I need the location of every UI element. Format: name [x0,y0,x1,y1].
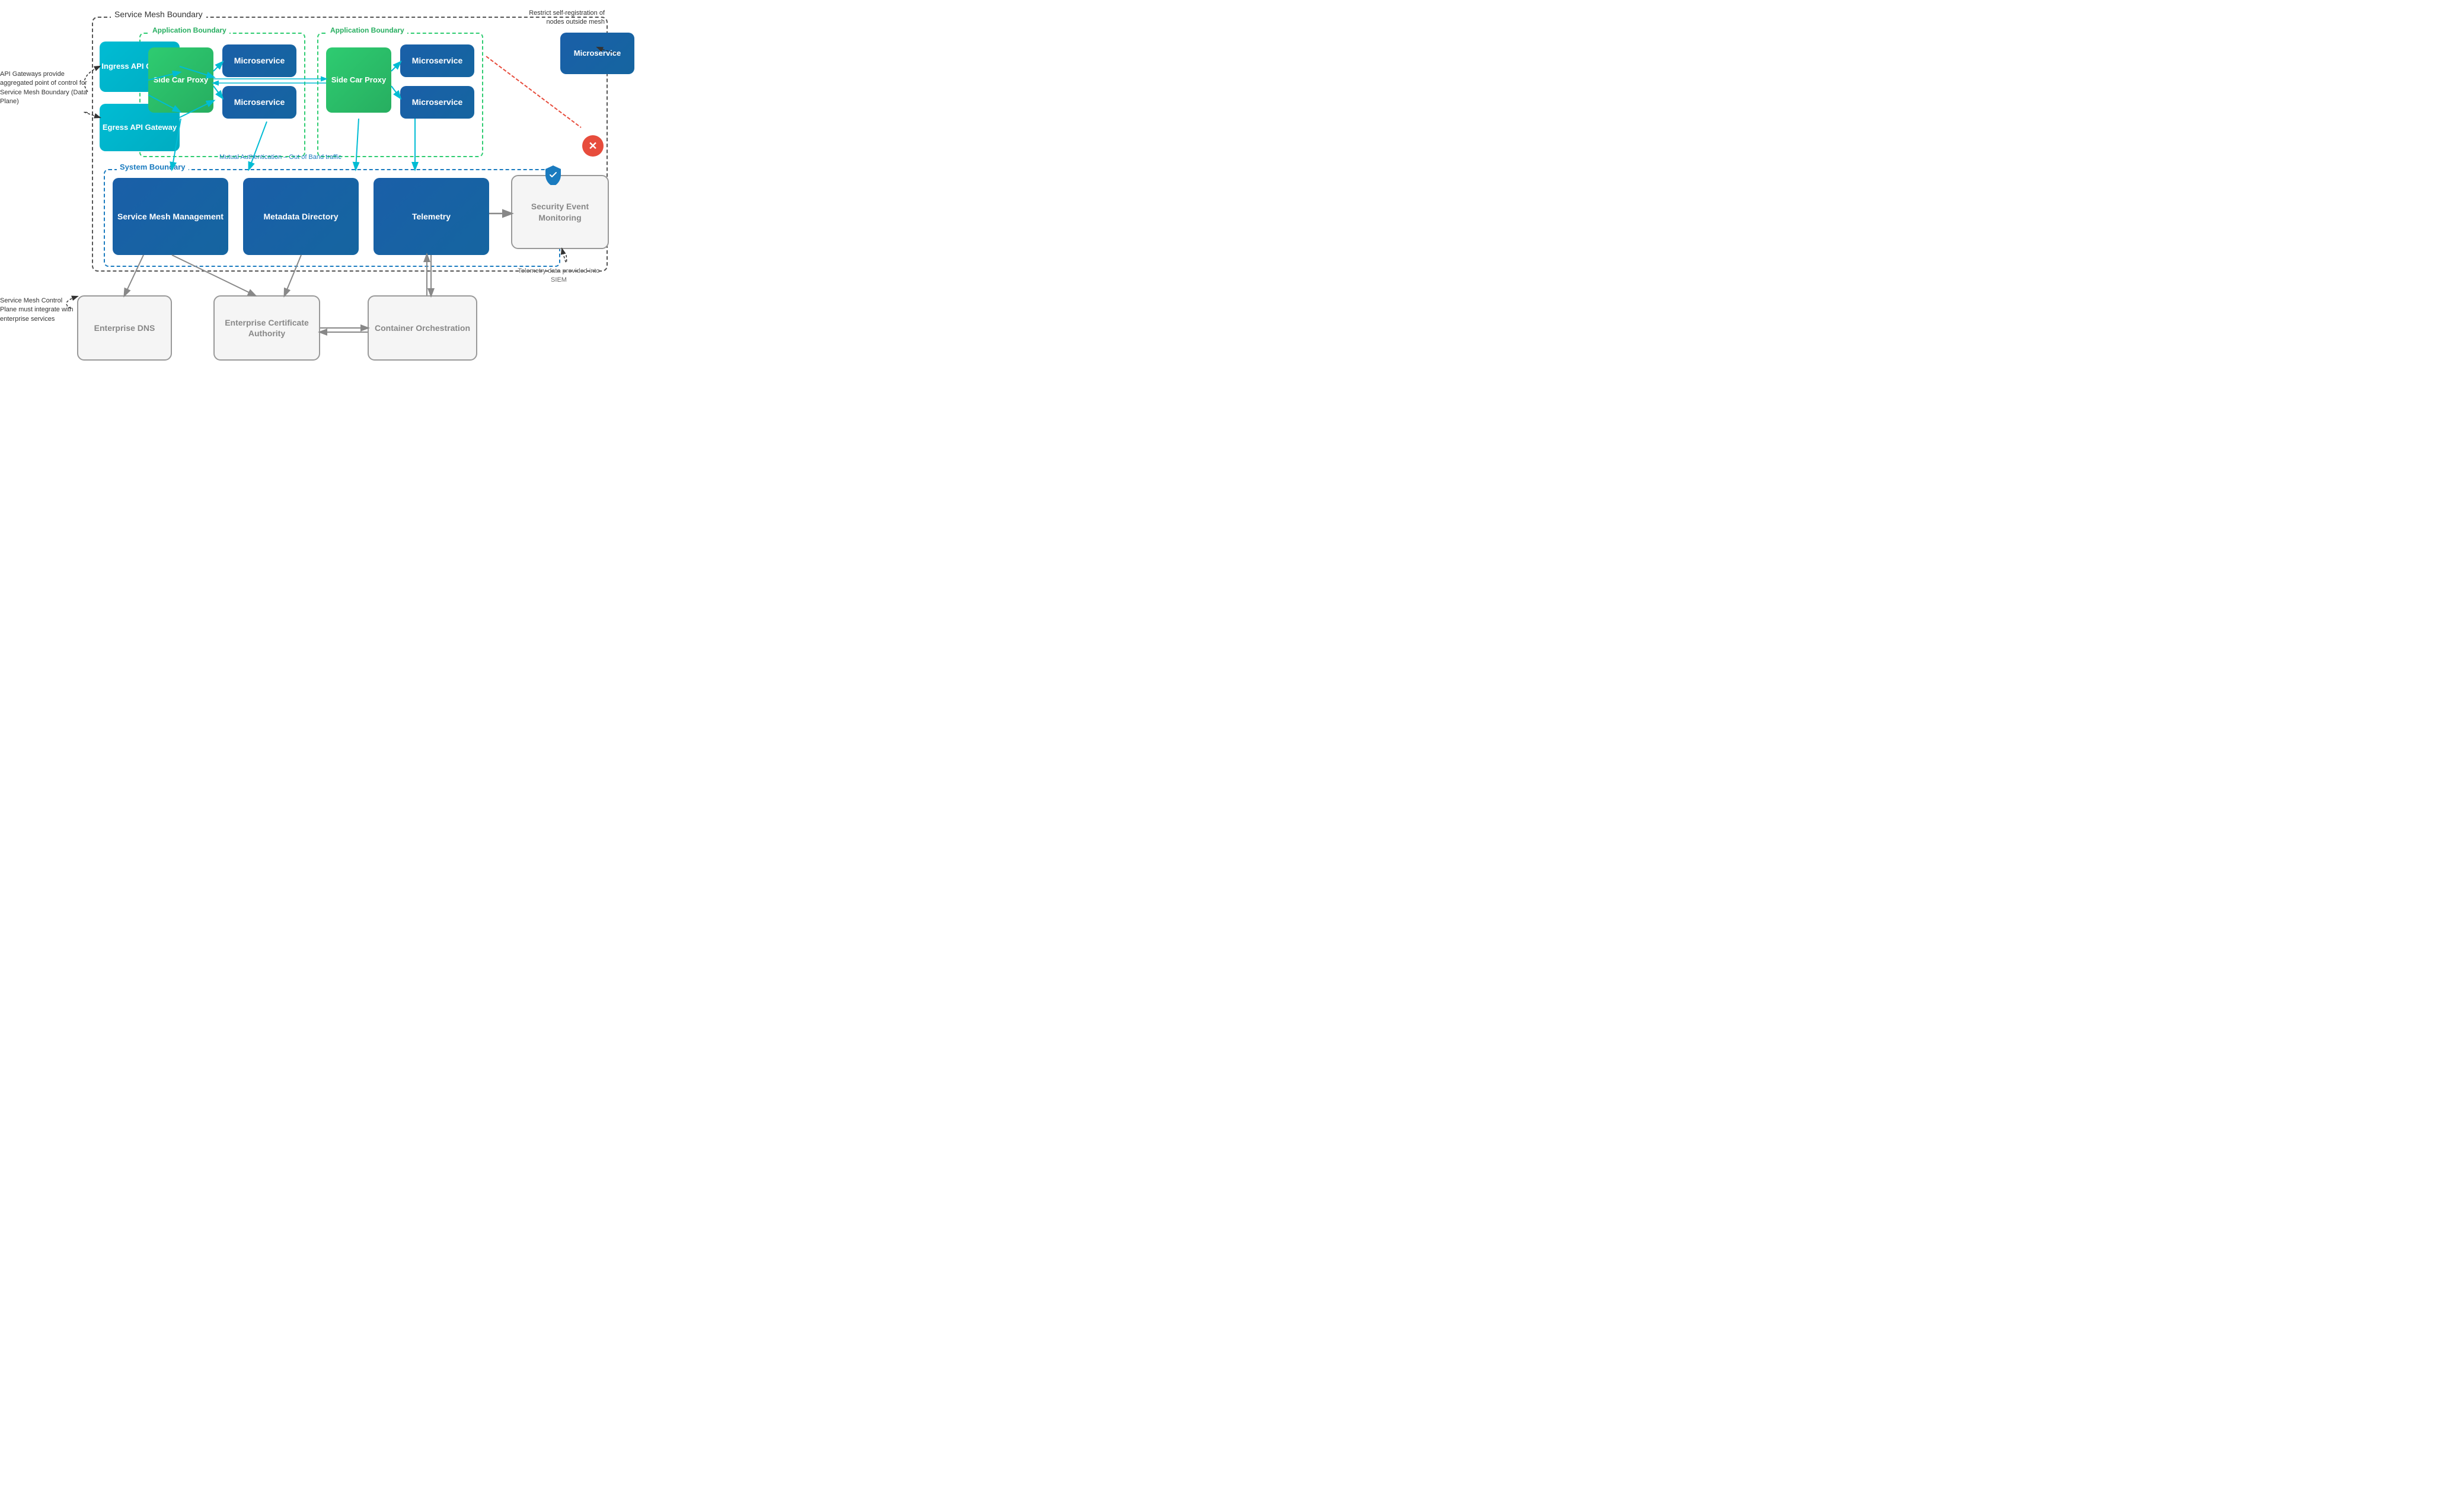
restrict-note: Restrict self-registration of nodes outs… [510,9,605,27]
microservice-outside: Microservice [560,33,634,74]
sidecar-proxy-1: Side Car Proxy [148,47,213,113]
microservice-2: Microservice [222,86,296,119]
service-mesh-boundary-label: Service Mesh Boundary [111,9,206,19]
container-orchestration: Container Orchestration [368,295,477,361]
sidecar-proxy-2: Side Car Proxy [326,47,391,113]
control-plane-note: Service Mesh Control Plane must integrat… [0,297,80,324]
api-gateway-note: API Gateways provide aggregated point of… [0,70,89,107]
metadata-directory: Metadata Directory [243,178,359,255]
system-boundary-label: System Boundary [117,162,189,171]
app-boundary-1-label: Application Boundary [149,26,229,34]
microservice-3: Microservice [400,44,474,77]
x-circle-icon: ✕ [582,135,604,157]
microservice-1: Microservice [222,44,296,77]
shield-icon [544,165,562,185]
diagram: Service Mesh Boundary System Boundary Ap… [0,0,617,375]
security-event-monitoring: Security Event Monitoring [511,175,609,249]
microservice-4: Microservice [400,86,474,119]
enterprise-dns: Enterprise DNS [77,295,172,361]
telemetry-siem-note: Telemetry data provided into SIEM [513,267,605,285]
service-mesh-management: Service Mesh Management [113,178,228,255]
enterprise-ca: Enterprise Certificate Authority [213,295,320,361]
app-boundary-2-label: Application Boundary [327,26,407,34]
telemetry: Telemetry [374,178,489,255]
